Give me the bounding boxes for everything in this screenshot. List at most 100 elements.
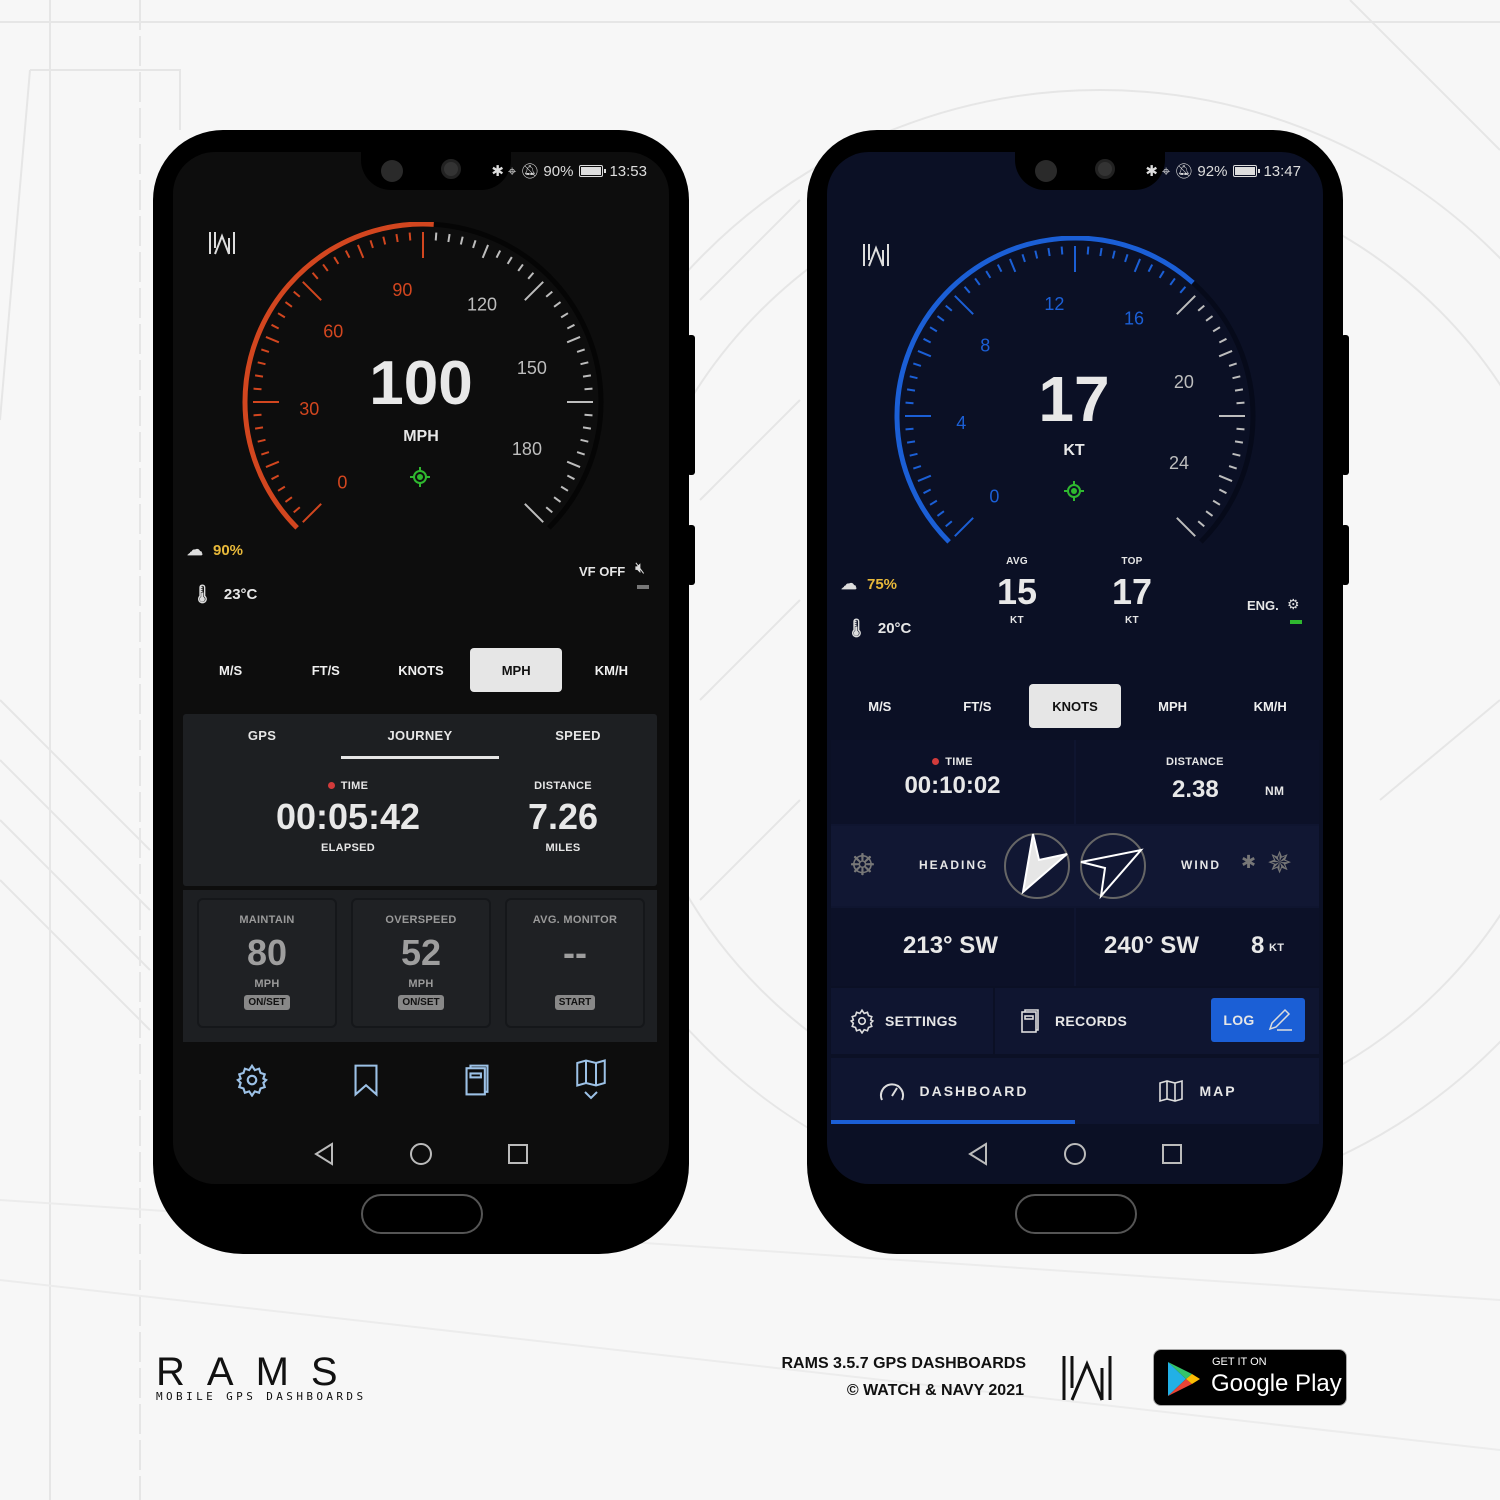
mute-speaker-icon[interactable]: 🔇︎ <box>635 560 645 578</box>
tab-speed[interactable]: SPEED <box>503 728 653 743</box>
elapsed-time: 00:10:02 <box>904 772 1001 799</box>
card-button[interactable]: ON/SET <box>398 995 444 1010</box>
gauge-tick <box>447 233 451 243</box>
unit-selector: M/S FT/S KNOTS MPH KM/H <box>183 648 659 692</box>
wind-speed: 8 <box>1251 932 1265 959</box>
cloud-icon: ☁ <box>187 542 203 559</box>
helm-wheel-icon: ☸ <box>849 849 876 882</box>
bluetooth-icon: ✱ <box>491 163 504 180</box>
fingerprint-home-button[interactable] <box>361 1194 483 1234</box>
gauge-tick <box>913 465 922 470</box>
gauge-tick <box>566 474 575 481</box>
recents-icon[interactable] <box>1161 1143 1183 1165</box>
gauge-tick <box>566 323 575 330</box>
gps-fix-icon <box>410 467 430 487</box>
unit-tab-knots[interactable]: KNOTS <box>375 648 467 692</box>
avg-speed: AVG 15 KT <box>996 556 1038 626</box>
tab-indicator <box>341 756 499 759</box>
distance-value: 2.38 <box>1172 776 1219 803</box>
home-icon[interactable] <box>1063 1142 1087 1166</box>
bookmark-icon[interactable] <box>352 1063 380 1097</box>
log-button[interactable]: LOG <box>1211 998 1305 1042</box>
gauge-tick <box>560 485 569 492</box>
recording-dot-icon <box>932 758 940 765</box>
elapsed-time: 00:05:42 <box>275 796 421 837</box>
gauge-tick <box>1176 295 1196 315</box>
tab-dashboard[interactable]: DASHBOARD <box>831 1058 1075 1124</box>
gauge-tick <box>265 336 280 344</box>
unit-tab-ft-s[interactable]: FT/S <box>280 648 372 692</box>
gauge-tick <box>545 506 553 514</box>
heading-cell: 213° SW <box>831 908 1074 986</box>
gauge-label: 120 <box>467 294 497 314</box>
home-icon[interactable] <box>409 1142 433 1166</box>
gauge-tick <box>576 451 585 456</box>
unit-tab-km-h[interactable]: KM/H <box>1224 684 1316 728</box>
unit-tab-m-s[interactable]: M/S <box>834 684 926 728</box>
temperature: 🌡︎ 20°C <box>845 618 912 638</box>
gauge-tick <box>929 499 938 506</box>
time-label: TIME <box>831 756 1074 768</box>
gauge-tick <box>1158 270 1165 279</box>
unit-tab-m-s[interactable]: M/S <box>185 648 277 692</box>
gauge-tick <box>1218 474 1233 482</box>
gauge-tick <box>996 264 1003 273</box>
monitor-panel: MAINTAIN 80 MPH ON/SET OVERSPEED 52 MPH ON/SET A… <box>183 890 657 1042</box>
gauge-label: 180 <box>512 439 542 459</box>
rams-tagline: MOBILE GPS DASHBOARDS <box>156 1390 367 1403</box>
records-button[interactable]: RECORDS <box>1019 1008 1127 1034</box>
unit-tab-ft-s[interactable]: FT/S <box>931 684 1023 728</box>
gauge-tick <box>936 510 945 517</box>
gauge-tick <box>254 374 264 378</box>
gauge-label: 0 <box>337 473 347 493</box>
unit-tab-mph[interactable]: MPH <box>470 648 563 692</box>
location-icon: ⌖ <box>507 162 517 180</box>
gauge-tick <box>481 244 489 259</box>
monitor-card-overspeed: OVERSPEED 52 MPH ON/SET <box>351 898 491 1028</box>
clock: 13:47 <box>1263 162 1301 180</box>
gauge-tick <box>344 250 351 259</box>
wind-direction-icon <box>1080 833 1146 900</box>
records-icon[interactable] <box>463 1063 491 1097</box>
gauge-tick <box>1124 254 1129 263</box>
card-value: 52 <box>400 932 442 973</box>
settings-button[interactable]: SETTINGS <box>831 988 993 1054</box>
distance-unit: NM <box>1265 784 1285 798</box>
gauge-tick <box>917 474 932 482</box>
gauge-tick <box>945 520 953 528</box>
fingerprint-home-button[interactable] <box>1015 1194 1137 1234</box>
gauge-tick <box>923 488 932 495</box>
gauge-tick <box>566 336 581 344</box>
back-icon[interactable] <box>967 1142 989 1166</box>
gauge-tick <box>293 506 301 514</box>
settings-icon[interactable] <box>235 1063 269 1097</box>
gauge-tick <box>1197 520 1205 528</box>
footer-version: RAMS 3.5.7 GPS DASHBOARDS <box>781 1355 1027 1372</box>
recording-dot-icon <box>327 782 335 789</box>
unit-tab-mph[interactable]: MPH <box>1127 684 1219 728</box>
notch <box>1015 152 1165 190</box>
google-play-badge[interactable]: GET IT ON Google Play <box>1153 1349 1347 1406</box>
gauge-label: 24 <box>1169 453 1189 473</box>
gauge-tick <box>408 232 412 241</box>
card-button[interactable]: START <box>554 995 596 1010</box>
gauge-tick <box>265 460 280 468</box>
engine-icon[interactable]: ⚙ <box>1287 596 1300 613</box>
tab-map[interactable]: MAP <box>1075 1058 1319 1124</box>
compass-row: ☸ HEADING WIND ✱ ✵ <box>831 826 1319 906</box>
heading-value: 213° SW <box>903 932 998 959</box>
unit-tab-knots[interactable]: KNOTS <box>1028 684 1121 728</box>
temperature: 🌡︎ 23°C <box>191 584 258 604</box>
gauge-tick <box>271 474 280 481</box>
card-button[interactable]: ON/SET <box>244 995 290 1010</box>
back-icon[interactable] <box>313 1142 335 1166</box>
gauge-tick <box>954 517 974 537</box>
tab-gps[interactable]: GPS <box>187 728 337 743</box>
map-button[interactable] <box>574 1058 608 1102</box>
recents-icon[interactable] <box>507 1143 529 1165</box>
unit-tab-km-h[interactable]: KM/H <box>565 648 657 692</box>
tab-journey[interactable]: JOURNEY <box>345 728 495 743</box>
gauge-tick <box>1179 286 1187 294</box>
wind-cell: 240° SW 8 KT <box>1076 908 1319 986</box>
gauge-tick <box>545 290 553 298</box>
